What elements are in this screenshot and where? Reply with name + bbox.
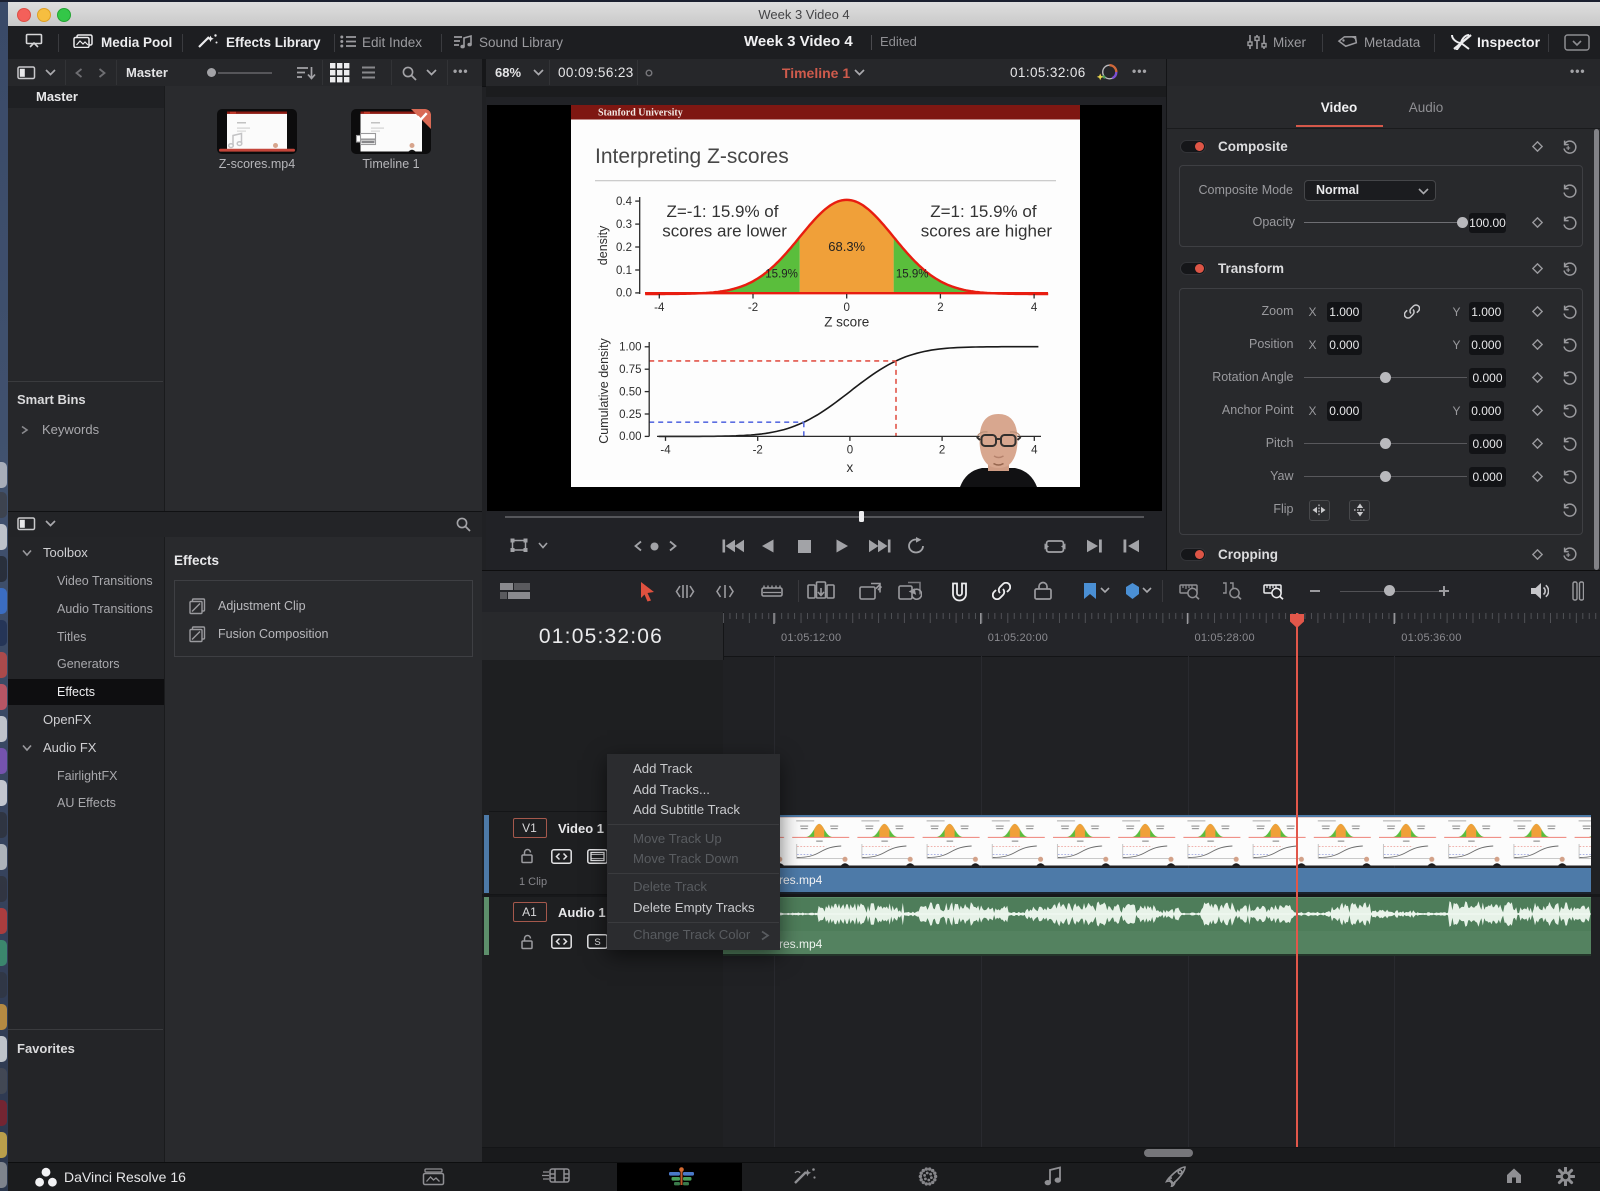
- svg-text:Interpreting Z-scores: Interpreting Z-scores: [595, 145, 789, 168]
- svg-text:0.0: 0.0: [616, 288, 632, 300]
- svg-text:Cumulative density: Cumulative density: [597, 337, 611, 443]
- svg-text:S: S: [594, 937, 600, 948]
- svg-text:Z=-1: 15.9% of: Z=-1: 15.9% of: [666, 202, 778, 221]
- svg-text:-4: -4: [660, 444, 671, 456]
- svg-text:15.9%: 15.9%: [765, 269, 798, 281]
- svg-text:0.4: 0.4: [616, 196, 633, 208]
- svg-text:0.3: 0.3: [616, 219, 632, 231]
- svg-text:0.50: 0.50: [619, 386, 641, 398]
- svg-text:15.9%: 15.9%: [895, 269, 928, 281]
- svg-text:x: x: [846, 460, 853, 475]
- svg-text:Z score: Z score: [824, 315, 869, 330]
- svg-text:0.75: 0.75: [619, 364, 641, 376]
- svg-text:1.00: 1.00: [619, 342, 641, 354]
- svg-text:density: density: [595, 225, 609, 265]
- svg-text:0.25: 0.25: [619, 409, 641, 421]
- svg-text:0.00: 0.00: [619, 431, 641, 443]
- svg-text:Stanford University: Stanford University: [598, 108, 683, 119]
- svg-text:0.1: 0.1: [616, 265, 632, 277]
- svg-text:scores are lower: scores are lower: [662, 222, 787, 241]
- svg-text:68.3%: 68.3%: [828, 239, 865, 254]
- svg-text:-2: -2: [747, 302, 757, 314]
- svg-text:0: 0: [843, 302, 849, 314]
- svg-text:0.2: 0.2: [616, 242, 632, 254]
- svg-text:-4: -4: [654, 302, 665, 314]
- svg-text:0: 0: [846, 444, 852, 456]
- svg-text:-2: -2: [752, 444, 762, 456]
